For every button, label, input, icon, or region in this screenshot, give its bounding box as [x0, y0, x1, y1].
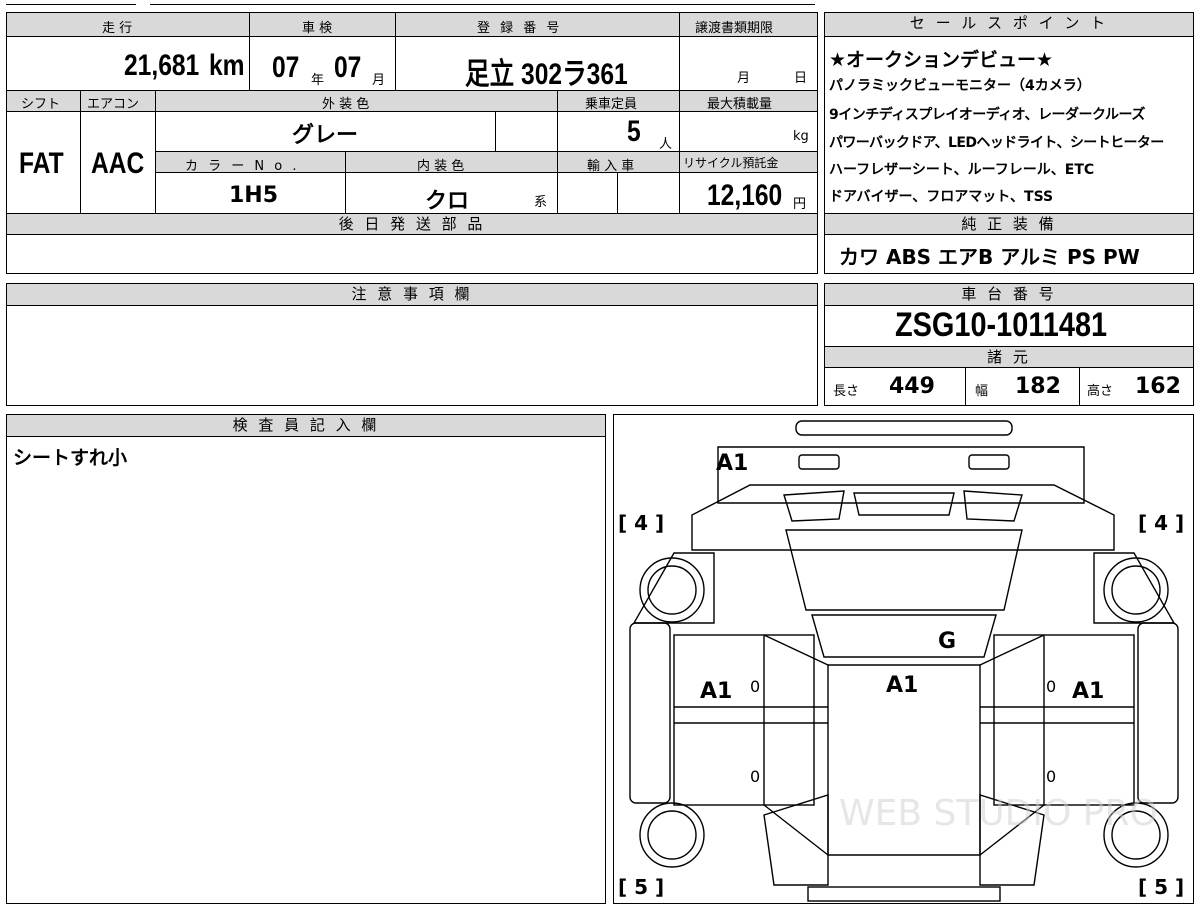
- watermark: WEB STUDIO PRO: [839, 793, 1158, 834]
- chassis-number: ZSG10-1011481: [895, 306, 1108, 344]
- height-label: 高さ: [1087, 384, 1114, 399]
- genuine-equipment-value: カワ ABS エアB アルミ PS PW: [839, 245, 1140, 269]
- sales-point-line: パワーバックドア、LEDヘッドライト、シートヒーター: [829, 135, 1164, 151]
- tire-front-right: [ 4 ]: [1138, 511, 1185, 535]
- inspection-month: 07: [334, 51, 362, 84]
- grid-line: [495, 112, 496, 151]
- year-unit: 年: [311, 73, 325, 88]
- mark-left-front-door: A1: [700, 679, 733, 704]
- interior-color-header: 内 装 色: [417, 159, 465, 174]
- deadline-month: 月: [737, 71, 751, 86]
- color-no-value: 1H5: [229, 183, 279, 208]
- grid-line: [80, 90, 81, 213]
- length-value: 449: [889, 374, 935, 399]
- aircon-header: エアコン: [87, 97, 140, 112]
- genuine-equipment-header: 純 正 装 備: [825, 213, 1193, 235]
- grid-line: [557, 90, 558, 213]
- mark-front-left: A1: [716, 451, 749, 476]
- grid-line: [617, 173, 618, 213]
- transfer-deadline-header: 譲渡書類期限: [695, 21, 774, 36]
- sales-point-line: ★オークションデビュー★: [829, 49, 1054, 71]
- grid-line: [345, 151, 346, 213]
- sales-points-box: セ ー ル ス ポ イ ン ト ★オークションデビュー★ パノラミックビューモニ…: [824, 12, 1194, 274]
- mark-right-front-door: A1: [1072, 679, 1105, 704]
- aircon-value: AAC: [91, 147, 145, 180]
- grid-line: [155, 90, 156, 213]
- capacity-unit: 人: [659, 137, 673, 152]
- length-label: 長さ: [833, 384, 860, 399]
- car-outline-drawing: WEB STUDIO PRO: [629, 420, 1179, 902]
- specs-header: 諸 元: [825, 346, 1193, 368]
- exterior-color-header: 外 装 色: [322, 97, 370, 112]
- recycle-value: 12,160: [707, 179, 783, 212]
- shift-header: シフト: [21, 97, 61, 112]
- inspection-header: 車 検: [302, 21, 333, 36]
- sales-point-line: パノラミックビューモニター（4カメラ）: [829, 78, 1091, 94]
- load-unit: kg: [793, 129, 809, 144]
- later-parts-header: 後 日 発 送 部 品: [7, 213, 817, 235]
- mark-zero: 0: [750, 677, 761, 696]
- mark-zero: 0: [750, 767, 761, 786]
- inspector-header: 検 査 員 記 入 欄: [7, 415, 605, 437]
- tire-rear-right: [ 5 ]: [1138, 875, 1185, 899]
- width-value: 182: [1015, 374, 1061, 399]
- top-cropped-rule: [6, 4, 136, 5]
- inspector-note: シートすれ小: [13, 447, 128, 469]
- shift-value: FAT: [19, 147, 64, 180]
- exterior-color-value: グレー: [292, 123, 359, 148]
- tire-rear-left: [ 5 ]: [618, 875, 665, 899]
- color-no-header: カ ラ ー N o .: [185, 159, 300, 174]
- grid-line: [679, 13, 680, 213]
- sales-point-line: ドアバイザー、フロアマット、TSS: [829, 189, 1054, 205]
- width-label: 幅: [975, 384, 989, 399]
- top-cropped-rule: [150, 4, 815, 5]
- import-header: 輸 入 車: [587, 159, 635, 174]
- vehicle-info-table: 走 行 車 検 登 録 番 号 譲渡書類期限 21,681 km 07 年 07…: [6, 12, 818, 274]
- sales-point-line: ハーフレザーシート、ルーフレール、ETC: [829, 162, 1095, 178]
- inspection-year: 07: [272, 51, 300, 84]
- mileage-unit: km: [209, 49, 245, 82]
- notes-header: 注 意 事 項 欄: [7, 284, 817, 306]
- height-value: 162: [1135, 374, 1181, 399]
- mark-roof: A1: [886, 673, 919, 698]
- car-damage-diagram: WEB STUDIO PRO A1 G A1 A1 A1 0 0 0 0 [ 4…: [613, 414, 1194, 904]
- chassis-header: 車 台 番 号: [825, 284, 1193, 306]
- mark-zero: 0: [1046, 677, 1057, 696]
- grid-line: [395, 13, 396, 90]
- recycle-unit: 円: [793, 197, 807, 212]
- interior-color-value: クロ: [425, 189, 470, 214]
- tire-front-left: [ 4 ]: [618, 511, 665, 535]
- mark-windshield: G: [938, 629, 957, 654]
- grid-line: [1079, 368, 1080, 406]
- month-unit: 月: [372, 73, 386, 88]
- mark-zero: 0: [1046, 767, 1057, 786]
- registration-header: 登 録 番 号: [477, 21, 563, 36]
- capacity-value: 5: [627, 115, 641, 148]
- capacity-header: 乗車定員: [585, 97, 638, 112]
- mileage-header: 走 行: [102, 21, 133, 36]
- inspector-box: 検 査 員 記 入 欄 シートすれ小: [6, 414, 606, 904]
- recycle-header: リサイクル預託金: [683, 156, 779, 170]
- chassis-box: 車 台 番 号 ZSG10-1011481 諸 元 長さ 449 幅 182 高…: [824, 283, 1194, 406]
- grid-line: [249, 13, 250, 90]
- registration-number: 足立 302ラ361: [465, 58, 628, 91]
- mileage-value: 21,681: [124, 49, 200, 82]
- sales-point-line: 9インチディスプレイオーディオ、レーダークルーズ: [829, 107, 1145, 123]
- interior-color-suffix: 系: [534, 195, 548, 210]
- grid-line: [965, 368, 966, 406]
- sales-points-header: セ ー ル ス ポ イ ン ト: [825, 13, 1193, 37]
- deadline-day: 日: [794, 71, 808, 86]
- max-load-header: 最大積載量: [707, 97, 773, 112]
- notes-box: 注 意 事 項 欄: [6, 283, 818, 406]
